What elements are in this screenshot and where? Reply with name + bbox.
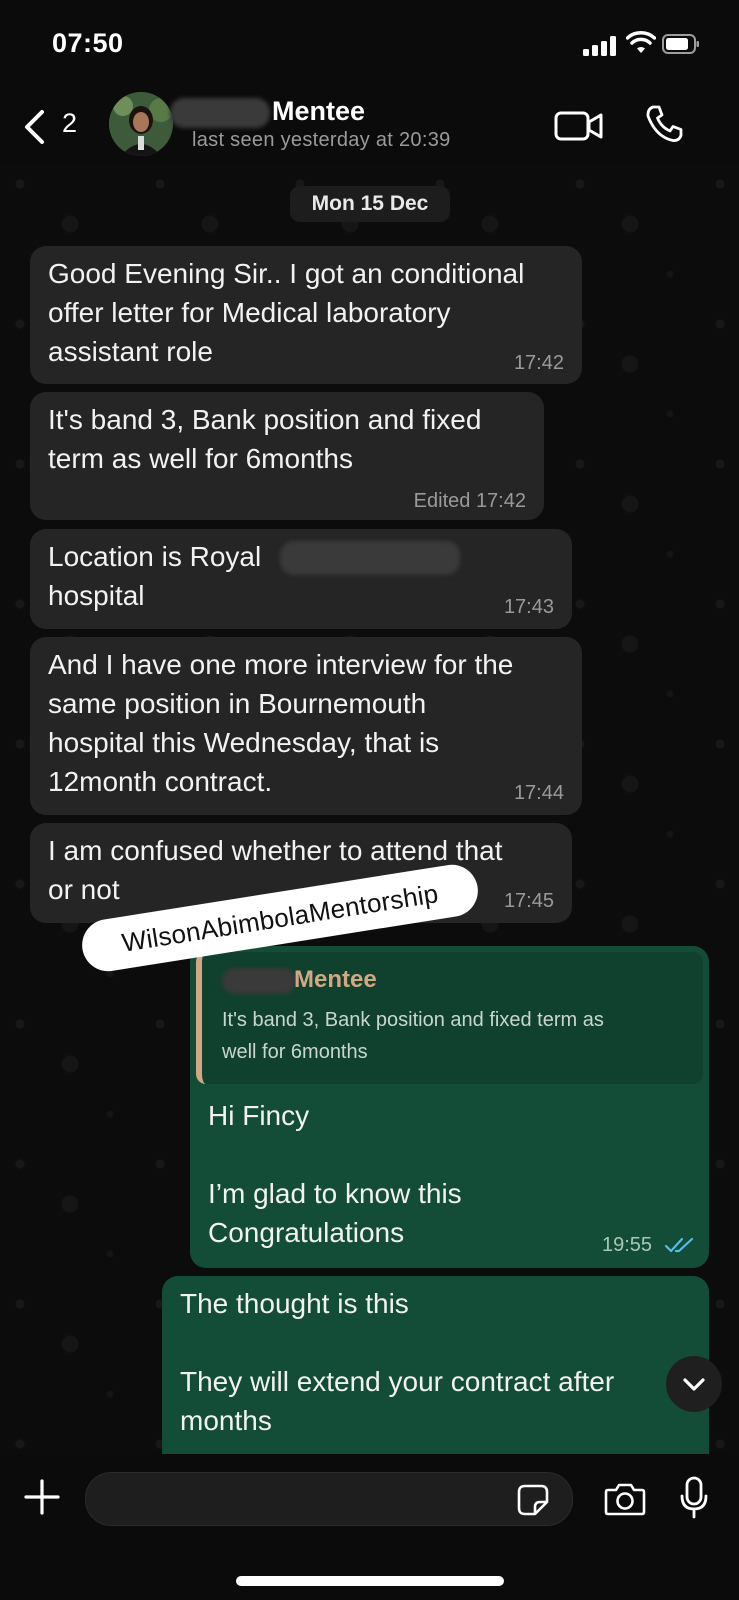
camera-icon[interactable] [604, 1481, 646, 1517]
message-time: 17:42 [513, 352, 564, 374]
unread-count[interactable]: 2 [62, 108, 77, 139]
video-call-icon[interactable] [554, 108, 604, 144]
message-line: months [180, 1405, 272, 1436]
back-chevron-icon[interactable] [20, 108, 50, 146]
status-time: 07:50 [52, 28, 124, 58]
avatar[interactable] [109, 92, 173, 156]
read-ticks-icon [664, 1237, 694, 1253]
chevron-down-icon [683, 1378, 705, 1391]
message-input[interactable] [85, 1472, 573, 1526]
battery-icon [662, 34, 699, 54]
message-line: term as well for 6months [48, 443, 353, 474]
contact-name[interactable]: Mentee [272, 96, 365, 127]
message-line: same position in Bournemouth [48, 688, 427, 719]
plus-icon[interactable] [24, 1479, 60, 1515]
redacted-name [222, 968, 296, 994]
date-separator: Mon 15 Dec [290, 186, 450, 222]
message-time: Edited 17:42 [413, 490, 526, 512]
incoming-message[interactable]: And I have one more interview for the sa… [30, 637, 582, 815]
redacted-name [170, 98, 270, 128]
outgoing-message[interactable]: The thought is this They will extend you… [162, 1276, 709, 1476]
incoming-message[interactable]: Location is Royal hospital 17:43 [30, 529, 572, 629]
wifi-icon [626, 31, 656, 53]
outgoing-message[interactable]: Mentee It's band 3, Bank position and fi… [190, 946, 709, 1268]
incoming-message[interactable]: It's band 3, Bank position and fixed ter… [30, 392, 544, 520]
sticker-icon[interactable] [516, 1483, 550, 1517]
message-time: 17:45 [503, 890, 554, 912]
message-line: It's band 3, Bank position and fixed [48, 404, 482, 435]
phone-icon[interactable] [644, 104, 684, 144]
redacted-text [280, 541, 460, 575]
reply-line: It's band 3, Bank position and fixed ter… [222, 1009, 604, 1031]
message-time: 19:55 [602, 1234, 653, 1256]
microphone-icon[interactable] [680, 1476, 708, 1520]
message-line: The thought is this [180, 1288, 409, 1319]
message-line: assistant role [48, 336, 213, 367]
reply-quote[interactable]: Mentee It's band 3, Bank position and fi… [196, 952, 703, 1084]
reply-line: well for 6months [222, 1041, 368, 1063]
home-indicator [236, 1576, 504, 1586]
message-line: Hi Fincy [208, 1100, 310, 1131]
message-line: Good Evening Sir.. I got an conditional [48, 258, 525, 289]
message-line: or not [48, 874, 120, 905]
reply-author: Mentee [294, 966, 377, 993]
message-time: 17:43 [503, 596, 554, 618]
incoming-message[interactable]: Good Evening Sir.. I got an conditional … [30, 246, 582, 384]
message-line: hospital this Wednesday, that is [48, 727, 440, 758]
message-line: I am confused whether to attend that [48, 835, 503, 866]
message-line: hospital [48, 580, 145, 611]
message-line: offer letter for Medical laboratory [48, 297, 451, 328]
message-line: Location is Royal [48, 541, 262, 572]
scroll-to-bottom-button[interactable] [666, 1356, 722, 1412]
message-line: Congratulations [208, 1217, 405, 1248]
message-line: I’m glad to know this [208, 1178, 462, 1209]
message-line: 12month contract. [48, 766, 273, 797]
last-seen-status: last seen yesterday at 20:39 [192, 129, 451, 151]
message-line: And I have one more interview for the [48, 649, 514, 680]
message-line: They will extend your contract after [180, 1366, 615, 1397]
message-time: 17:44 [513, 782, 564, 804]
cellular-signal-icon [583, 36, 619, 56]
